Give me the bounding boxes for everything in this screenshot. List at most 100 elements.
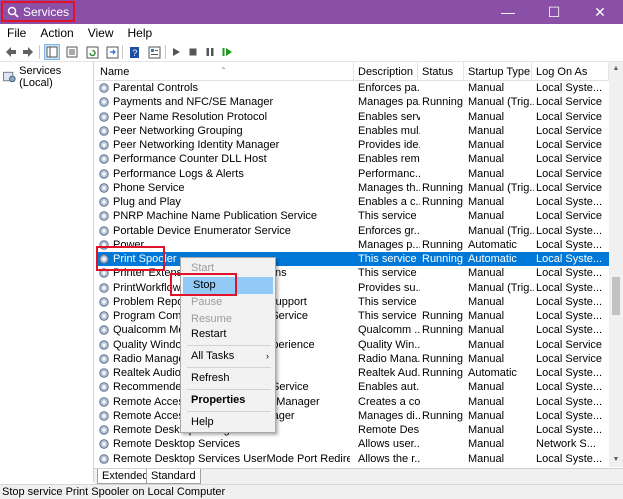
stop-icon[interactable] (185, 44, 201, 60)
table-row[interactable]: PrintWorkflowProvides su...Manual (Trig.… (96, 281, 609, 295)
list-view-icon[interactable] (64, 44, 80, 60)
table-row[interactable]: Payments and NFC/SE ManagerManages pa...… (96, 95, 609, 109)
table-row[interactable]: Recommended Troubleshooting ServiceEnabl… (96, 380, 609, 394)
table-row[interactable]: Radio Management ServiceRadio Mana...Run… (96, 352, 609, 366)
table-row[interactable]: Plug and PlayEnables a c...RunningManual… (96, 195, 609, 209)
service-gear-icon (98, 339, 110, 351)
table-row[interactable]: Peer Name Resolution ProtocolEnables ser… (96, 110, 609, 124)
service-log-on-as: Local Service (536, 338, 610, 352)
scroll-up-icon[interactable]: ▲ (609, 62, 623, 76)
scroll-down-icon[interactable]: ▼ (609, 453, 623, 467)
menu-view[interactable]: View (81, 26, 121, 40)
menu-file[interactable]: File (0, 26, 33, 40)
service-name-cell: Portable Device Enumerator Service (98, 224, 350, 238)
service-description: Enforces gr... (358, 224, 420, 238)
table-row[interactable]: Qualcomm Media ProcessingQualcomm ...Run… (96, 323, 609, 337)
toolbar-separator (122, 45, 123, 59)
table-row[interactable]: PowerManages p...RunningAutomaticLocal S… (96, 238, 609, 252)
service-description: Enforces pa... (358, 81, 420, 95)
table-row[interactable]: Peer Networking Identity ManagerProvides… (96, 138, 609, 152)
service-status: Running (422, 309, 466, 323)
table-row[interactable]: Performance Logs & AlertsPerformanc...Ma… (96, 167, 609, 181)
menu-action[interactable]: Action (33, 26, 80, 40)
column-header-name[interactable]: Name ⌃ (96, 62, 354, 81)
service-log-on-as: Local Service (536, 352, 610, 366)
service-startup-type: Manual (468, 323, 534, 337)
table-row[interactable]: Remote Desktop ServicesAllows user...Man… (96, 437, 609, 451)
table-row[interactable]: Program Compatibility Assistant ServiceT… (96, 309, 609, 323)
service-gear-icon (98, 125, 110, 137)
play-icon[interactable] (168, 44, 184, 60)
column-header-log-on-as[interactable]: Log On As (532, 62, 609, 81)
menu-item-refresh[interactable]: Refresh (181, 370, 275, 387)
menu-help[interactable]: Help (121, 26, 160, 40)
service-startup-type: Manual (468, 338, 534, 352)
forward-arrow-icon[interactable] (20, 44, 36, 60)
maximize-button[interactable]: ☐ (531, 0, 577, 24)
refresh-icon[interactable] (84, 44, 100, 60)
vertical-scrollbar[interactable]: ▲ ▼ (609, 62, 623, 467)
service-description: Remote Des... (358, 423, 420, 437)
service-gear-icon (98, 396, 110, 408)
column-header-status[interactable]: Status (418, 62, 464, 81)
service-startup-type: Manual (468, 409, 534, 423)
table-row[interactable]: Remote Desktop ConfigurationRemote Des..… (96, 423, 609, 437)
help-book-icon[interactable]: ? (126, 44, 142, 60)
table-row[interactable]: Printer Extensions and NotificationsThis… (96, 266, 609, 280)
tab-standard[interactable]: Standard (146, 469, 201, 484)
service-name-cell: Payments and NFC/SE Manager (98, 95, 350, 109)
menu-item-all-tasks[interactable]: All Tasks › (181, 348, 275, 365)
table-row[interactable]: Remote Desktop Services UserMode Port Re… (96, 452, 609, 466)
table-row[interactable]: Remote Access Connection ManagerManages … (96, 409, 609, 423)
service-name-cell: Remote Desktop Services UserMode Port Re… (98, 452, 350, 466)
service-gear-icon (98, 225, 110, 237)
service-startup-type: Manual (468, 81, 534, 95)
back-arrow-icon[interactable] (3, 44, 19, 60)
service-log-on-as: Local Syste... (536, 423, 610, 437)
tab-extended[interactable]: Extended (97, 469, 153, 484)
menu-bar: File Action View Help (0, 24, 623, 42)
properties-icon[interactable] (146, 44, 162, 60)
service-name: Power (113, 238, 144, 252)
service-name: PrintWorkflow (113, 281, 181, 295)
menu-item-properties[interactable]: Properties (181, 392, 275, 409)
pause-icon[interactable] (202, 44, 218, 60)
service-status: Running (422, 323, 466, 337)
table-row[interactable]: Parental ControlsEnforces pa...ManualLoc… (96, 81, 609, 95)
table-row[interactable]: Portable Device Enumerator Service Enforc… (96, 224, 609, 238)
tree-node-services-local[interactable]: Services (Local) (3, 65, 93, 89)
service-log-on-as: Local Syste... (536, 266, 610, 280)
service-description: Enables aut... (358, 380, 420, 394)
services-gear-icon (3, 71, 16, 83)
table-row[interactable]: Performance Counter DLL HostEnables rem.… (96, 152, 609, 166)
column-header-description[interactable]: Description (354, 62, 418, 81)
menu-item-stop[interactable]: Stop (183, 277, 273, 294)
title-bar: Services — ☐ ✕ (0, 0, 623, 24)
service-name-cell: Parental Controls (98, 81, 350, 95)
table-row[interactable]: Problem Reports Control Panel SupportThi… (96, 295, 609, 309)
column-header-startup-type[interactable]: Startup Type (464, 62, 532, 81)
table-row[interactable]: Phone ServiceManages th...RunningManual … (96, 181, 609, 195)
service-startup-type: Manual (468, 452, 534, 466)
minimize-button[interactable]: — (485, 0, 531, 24)
menu-item-restart[interactable]: Restart (181, 326, 275, 343)
export-list-icon[interactable] (104, 44, 120, 60)
console-tree-icon[interactable] (44, 44, 60, 60)
service-name-cell: Plug and Play (98, 195, 350, 209)
menu-item-help[interactable]: Help (181, 414, 275, 431)
close-button[interactable]: ✕ (577, 0, 623, 24)
service-status: Running (422, 195, 466, 209)
table-row[interactable]: Peer Networking GroupingEnables mul...Ma… (96, 124, 609, 138)
service-gear-icon (98, 139, 110, 151)
restart-icon[interactable] (219, 44, 235, 60)
table-row[interactable]: Realtek Audio Universal ServiceRealtek A… (96, 366, 609, 380)
table-row[interactable]: PNRP Machine Name Publication ServiceThi… (96, 209, 609, 223)
service-gear-icon (98, 353, 110, 365)
service-name-cell: Peer Networking Grouping (98, 124, 350, 138)
scrollbar-thumb[interactable] (612, 277, 620, 315)
table-row[interactable]: Remote Access Auto Connection ManagerCre… (96, 395, 609, 409)
table-row[interactable]: Quality Windows Audio Video ExperienceQu… (96, 338, 609, 352)
service-gear-icon (98, 424, 110, 436)
service-name: Performance Logs & Alerts (113, 167, 244, 181)
table-row[interactable]: Print SpoolerThis service ...RunningAuto… (96, 252, 609, 266)
